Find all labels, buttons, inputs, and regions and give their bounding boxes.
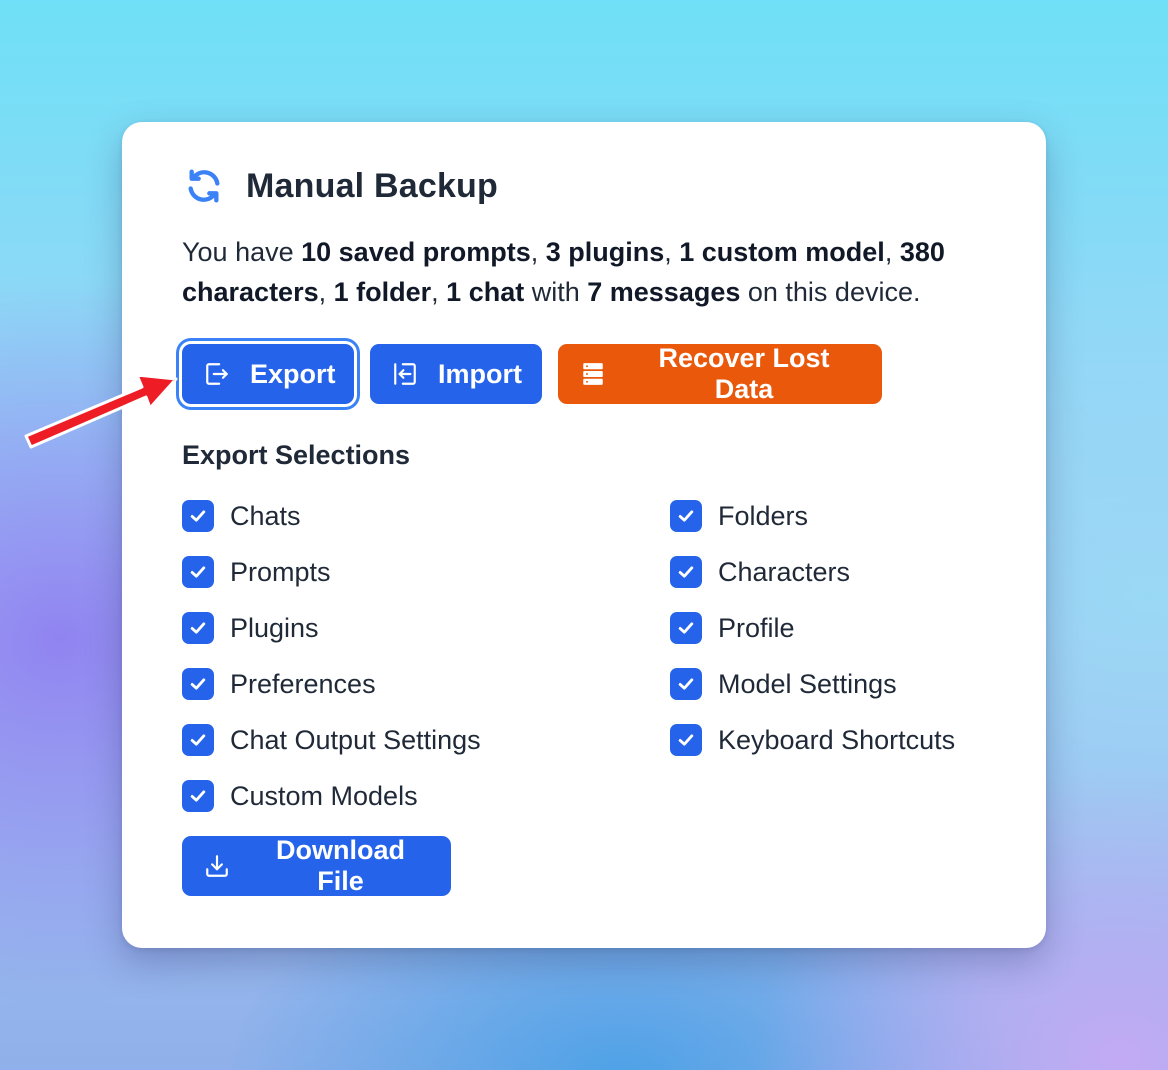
checkbox-chats[interactable]: Chats — [182, 496, 481, 536]
card-header: Manual Backup — [184, 166, 498, 206]
checkbox-prompts[interactable]: Prompts — [182, 552, 481, 592]
checkbox-checked-icon[interactable] — [182, 724, 214, 756]
export-icon — [204, 361, 230, 387]
sync-icon — [184, 166, 224, 206]
checkbox-label: Characters — [718, 556, 851, 587]
export-button-label: Export — [250, 358, 336, 389]
summary-text: , — [664, 237, 680, 267]
export-button[interactable]: Export — [182, 344, 354, 404]
checkbox-preferences[interactable]: Preferences — [182, 664, 481, 704]
backup-summary: You have 10 saved prompts, 3 plugins, 1 … — [182, 232, 1012, 312]
checkbox-checked-icon[interactable] — [182, 556, 214, 588]
checkbox-chat-output-settings[interactable]: Chat Output Settings — [182, 720, 481, 760]
download-icon — [204, 853, 230, 879]
checkbox-label: Chats — [230, 500, 301, 531]
checkbox-label: Chat Output Settings — [230, 724, 481, 755]
summary-text: with — [524, 277, 588, 307]
summary-messages-count: 7 messages — [587, 277, 741, 307]
checkbox-label: Custom Models — [230, 780, 418, 811]
checkbox-custom-models[interactable]: Custom Models — [182, 776, 481, 816]
checkbox-label: Model Settings — [718, 668, 897, 699]
summary-models-count: 1 custom model — [679, 237, 885, 267]
checkbox-label: Profile — [718, 612, 795, 643]
import-button[interactable]: Import — [370, 344, 542, 404]
checkbox-plugins[interactable]: Plugins — [182, 608, 481, 648]
checkbox-checked-icon[interactable] — [182, 612, 214, 644]
checkbox-checked-icon[interactable] — [182, 668, 214, 700]
summary-text: , — [884, 237, 900, 267]
checkbox-checked-icon[interactable] — [670, 556, 702, 588]
export-selections-right-column: Folders Characters Profile Model Setting… — [670, 496, 955, 776]
download-button-label: Download File — [276, 835, 405, 896]
checkbox-checked-icon[interactable] — [670, 500, 702, 532]
export-selections-heading: Export Selections — [182, 440, 411, 470]
checkbox-model-settings[interactable]: Model Settings — [670, 664, 955, 704]
summary-text: on this device. — [740, 277, 921, 307]
summary-text: You have — [182, 237, 302, 267]
checkbox-characters[interactable]: Characters — [670, 552, 955, 592]
summary-prompts-count: 10 saved prompts — [301, 237, 531, 267]
database-icon — [580, 361, 606, 387]
recover-button-label: Recover Lost Data — [658, 343, 830, 404]
summary-text: , — [431, 277, 447, 307]
backup-actions: Export Import Recover Lost Data — [182, 343, 882, 404]
checkbox-label: Folders — [718, 500, 809, 531]
summary-text: , — [318, 277, 334, 307]
manual-backup-card: Manual Backup You have 10 saved prompts,… — [122, 122, 1046, 948]
checkbox-checked-icon[interactable] — [670, 612, 702, 644]
checkbox-checked-icon[interactable] — [182, 780, 214, 812]
summary-text: , — [530, 237, 546, 267]
checkbox-keyboard-shortcuts[interactable]: Keyboard Shortcuts — [670, 720, 955, 760]
import-button-label: Import — [438, 358, 522, 389]
checkbox-profile[interactable]: Profile — [670, 608, 955, 648]
import-icon — [392, 361, 418, 387]
checkbox-label: Keyboard Shortcuts — [718, 724, 956, 755]
checkbox-folders[interactable]: Folders — [670, 496, 955, 536]
checkbox-checked-icon[interactable] — [670, 724, 702, 756]
export-selections-left-column: Chats Prompts Plugins Preferences Chat O… — [182, 496, 481, 832]
checkbox-label: Plugins — [230, 612, 319, 643]
recover-lost-data-button[interactable]: Recover Lost Data — [558, 343, 882, 404]
summary-chats-count: 1 chat — [446, 277, 525, 307]
download-file-button[interactable]: Download File — [182, 835, 451, 896]
checkbox-label: Prompts — [230, 556, 331, 587]
summary-folders-count: 1 folder — [333, 277, 432, 307]
checkbox-label: Preferences — [230, 668, 376, 699]
checkbox-checked-icon[interactable] — [670, 668, 702, 700]
page-title: Manual Backup — [246, 166, 498, 205]
checkbox-checked-icon[interactable] — [182, 500, 214, 532]
summary-plugins-count: 3 plugins — [545, 237, 665, 267]
